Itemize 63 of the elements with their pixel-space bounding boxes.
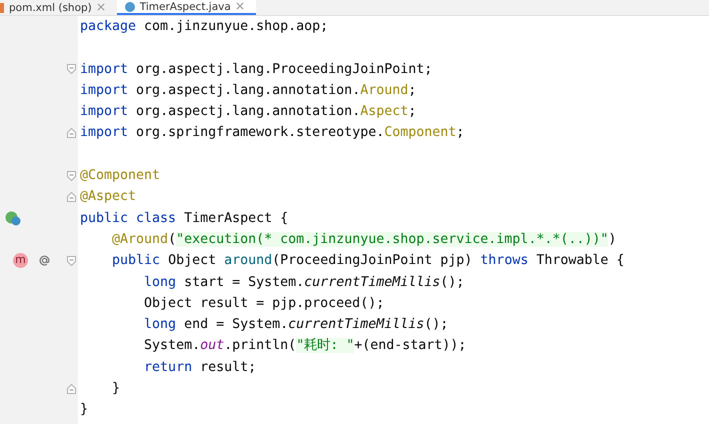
code-text: result; — [200, 360, 256, 375]
method-call: currentTimeMillis — [304, 274, 440, 290]
code-text: ) — [608, 232, 616, 247]
keyword: import — [80, 62, 130, 77]
class-icon[interactable] — [5, 210, 21, 226]
file-icon — [124, 2, 135, 12]
close-icon[interactable] — [236, 0, 244, 12]
code-text: org.aspectj.lang.annotation. — [136, 82, 360, 98]
code-text: (); — [440, 274, 464, 290]
string-literal: "execution(* com.jinzunyue.shop.service.impl.*.*(..))" — [176, 232, 608, 247]
close-icon[interactable] — [96, 2, 105, 14]
code-text: TimerAspect { — [184, 210, 288, 226]
code-text: Throwable { — [536, 253, 624, 268]
file-tab[interactable]: TimerAspect.java — [116, 0, 256, 15]
fold-icon[interactable] — [67, 128, 76, 138]
annotation: Aspect — [360, 104, 408, 120]
code-text: +(end-start)); — [354, 338, 466, 354]
keyword: public — [111, 253, 162, 268]
keyword: import — [80, 82, 130, 98]
fold-icon[interactable] — [67, 64, 76, 74]
code-text: } — [111, 381, 120, 396]
field-name: out — [200, 338, 224, 354]
code-text: Object result = pjp.proceed(); — [143, 296, 384, 311]
keyword: import — [80, 125, 130, 140]
code-text: ; — [456, 125, 464, 140]
code-text: org.aspectj.lang.annotation. — [136, 104, 360, 120]
annotation: @Around — [111, 232, 168, 247]
code-text: org.springframework.stereotype. — [136, 125, 384, 140]
annotation: Component — [384, 125, 456, 140]
keyword: import — [80, 104, 130, 120]
annotation: @Component — [80, 168, 160, 184]
method-icon[interactable]: m — [13, 253, 28, 268]
annotation: @Aspect — [80, 189, 136, 204]
file-icon — [0, 2, 4, 12]
code-text: end = System. — [184, 317, 288, 332]
code-text: ; — [408, 104, 416, 120]
keyword: return — [143, 360, 194, 375]
code-text: System. — [143, 338, 200, 354]
code-text: start = System. — [184, 274, 304, 290]
keyword: throws — [480, 253, 530, 268]
fold-icon[interactable] — [67, 256, 76, 266]
code-text: ( — [168, 232, 176, 247]
code-text: } — [80, 402, 88, 418]
code-text: org.aspectj.lang.ProceedingJoinPoint; — [136, 62, 432, 77]
keyword: long — [143, 317, 178, 332]
annotation-icon[interactable] — [38, 254, 51, 268]
code-text: .println( — [224, 338, 296, 354]
code-text: (ProceedingJoinPoint pjp) — [272, 253, 474, 268]
code-text: Object — [168, 253, 218, 268]
keyword: long — [143, 274, 178, 290]
code-text: com.jinzunyue.shop.aop; — [144, 19, 328, 34]
keyword: public class — [80, 210, 178, 226]
file-tab[interactable]: pom.xml (shop) — [0, 0, 117, 15]
code-text: (); — [424, 317, 448, 332]
method-name: around — [224, 253, 272, 268]
method-call: currentTimeMillis — [288, 317, 424, 332]
fold-icon[interactable] — [67, 384, 76, 394]
annotation: Around — [360, 82, 408, 98]
string-literal: "耗时: " — [296, 338, 354, 354]
code-text: ; — [408, 82, 416, 98]
fold-icon[interactable] — [67, 192, 76, 202]
fold-icon[interactable] — [67, 170, 76, 181]
keyword: package — [80, 19, 138, 34]
